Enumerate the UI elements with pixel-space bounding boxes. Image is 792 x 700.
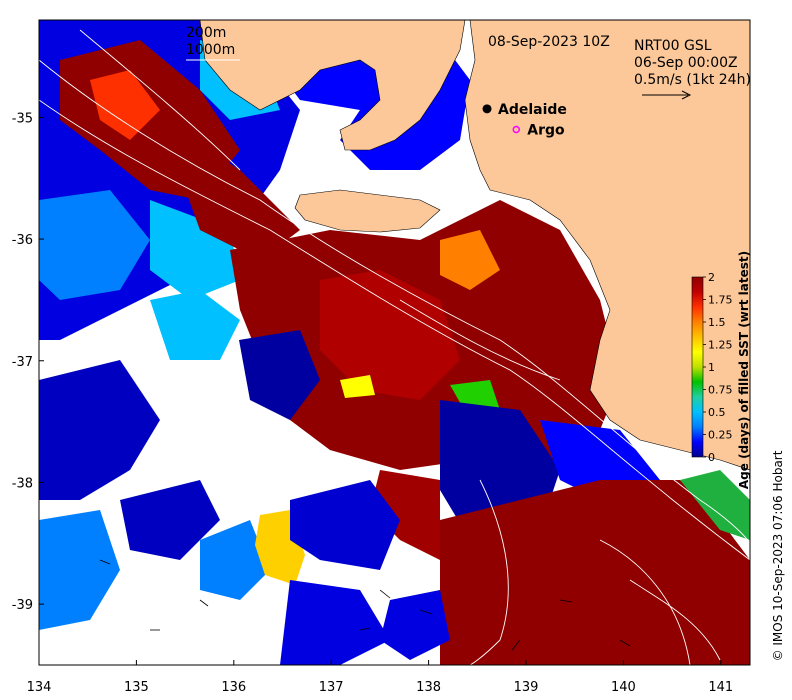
current-info-line2: 06-Sep 00:00Z [634, 55, 738, 71]
colorbar-title: Age (days) of filled SST (wrt latest) [737, 251, 751, 489]
colorbar-tick-label: 2 [708, 271, 715, 284]
map-plot-area: Adelaide Argo [39, 20, 750, 665]
sst-age-map-figure: Adelaide Argo 134 135 136 137 138 139 140 141 -3… [12, 19, 785, 695]
x-tick-label: 141 [708, 680, 733, 695]
colorbar-tick-label: 0.25 [708, 429, 733, 442]
y-tick-label: -37 [12, 355, 33, 370]
x-tick-label: 134 [27, 680, 52, 695]
x-tick-label: 138 [416, 680, 441, 695]
place-label: Argo [527, 123, 565, 139]
colorbar-tick-label: 1.75 [708, 294, 733, 307]
contour-legend-1000: 1000m [186, 42, 235, 58]
colorbar-gradient [691, 276, 704, 458]
current-info-line3: 0.5m/s (1kt 24h) [634, 72, 751, 88]
x-tick-label: 140 [611, 680, 636, 695]
colorbar-tick-label: 1.5 [708, 316, 726, 329]
colorbar-tick-label: 0.5 [708, 406, 726, 419]
colorbar-tick-label: 0.75 [708, 384, 733, 397]
x-tick-label: 137 [319, 680, 344, 695]
current-info-line1: NRT00 GSL [634, 38, 712, 54]
y-tick-label: -38 [12, 476, 33, 491]
contour-legend-200: 200m [186, 25, 226, 41]
place-label: Adelaide [498, 102, 567, 118]
y-tick-label: -39 [12, 598, 33, 613]
y-tick-label: -35 [12, 111, 33, 126]
colorbar-tick-label: 1 [708, 361, 715, 374]
x-tick-label: 139 [514, 680, 539, 695]
y-tick-label: -36 [12, 233, 33, 248]
credit-text: © IMOS 10-Sep-2023 07:06 Hobart [771, 450, 785, 661]
x-tick-label: 135 [124, 680, 149, 695]
place-marker-dot [482, 104, 492, 114]
colorbar-tick-label: 1.25 [708, 339, 733, 352]
x-tick-label: 136 [221, 680, 246, 695]
colorbar-tick-label: 0 [708, 451, 715, 464]
date-label: 08-Sep-2023 10Z [488, 34, 610, 50]
